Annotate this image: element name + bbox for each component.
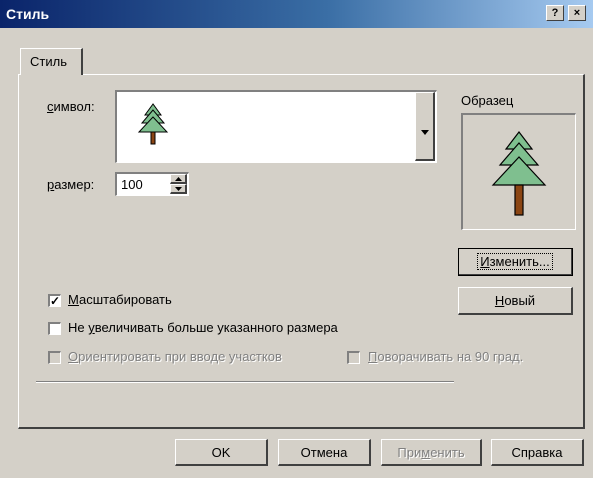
preview-box — [461, 113, 576, 230]
help-footer-button[interactable]: Справка — [491, 439, 584, 466]
size-down-button[interactable] — [170, 184, 187, 194]
close-button[interactable]: × — [568, 5, 586, 21]
help-footer-button-label: Справка — [511, 445, 563, 460]
ok-button[interactable]: OK — [175, 439, 268, 466]
symbol-combobox[interactable] — [115, 90, 437, 163]
cancel-button-label: Отмена — [300, 445, 348, 460]
orient-checkbox[interactable] — [48, 351, 61, 364]
rotate-checkbox[interactable] — [347, 351, 360, 364]
change-button-label: Изменить... — [477, 253, 553, 270]
size-input[interactable]: 100 — [121, 177, 143, 192]
style-dialog: Стиль ? × Стиль символ: размер: 100 Обра… — [0, 0, 593, 478]
symbol-label: символ: — [47, 99, 95, 114]
scale-checkbox-label[interactable]: Масштабировать — [68, 292, 172, 307]
apply-button[interactable]: Применить — [381, 439, 482, 466]
preview-label: Образец — [461, 93, 514, 108]
help-button[interactable]: ? — [546, 5, 564, 21]
size-spinner[interactable]: 100 — [115, 172, 189, 196]
chevron-down-icon — [421, 123, 429, 138]
no-enlarge-checkbox[interactable] — [48, 322, 61, 335]
rotate-checkbox-label[interactable]: Поворачивать на 90 град. — [368, 349, 523, 364]
preview-tree-icon — [485, 129, 553, 220]
ok-button-label: OK — [211, 445, 231, 460]
separator-highlight — [36, 382, 454, 383]
title-bar[interactable]: Стиль ? × — [0, 0, 593, 28]
symbol-tree-icon — [135, 102, 171, 149]
window-title: Стиль — [6, 6, 50, 22]
cancel-button[interactable]: Отмена — [278, 439, 371, 466]
tab-style-label: Стиль — [30, 54, 67, 69]
no-enlarge-checkbox-label[interactable]: Не увеличивать больше указанного размера — [68, 320, 338, 335]
tab-style[interactable]: Стиль — [20, 48, 83, 75]
change-button[interactable]: Изменить... — [458, 248, 573, 276]
scale-checkbox[interactable]: ✓ — [48, 294, 61, 307]
apply-button-label: Применить — [397, 445, 465, 460]
arrow-down-icon — [175, 187, 182, 191]
size-label: размер: — [47, 177, 95, 192]
new-button[interactable]: Новый — [458, 287, 573, 315]
size-up-button[interactable] — [170, 174, 187, 184]
orient-checkbox-label[interactable]: Ориентировать при вводе участков — [68, 349, 282, 364]
arrow-up-icon — [175, 177, 182, 181]
new-button-label: Новый — [494, 293, 536, 308]
symbol-dropdown-button[interactable] — [415, 92, 435, 161]
